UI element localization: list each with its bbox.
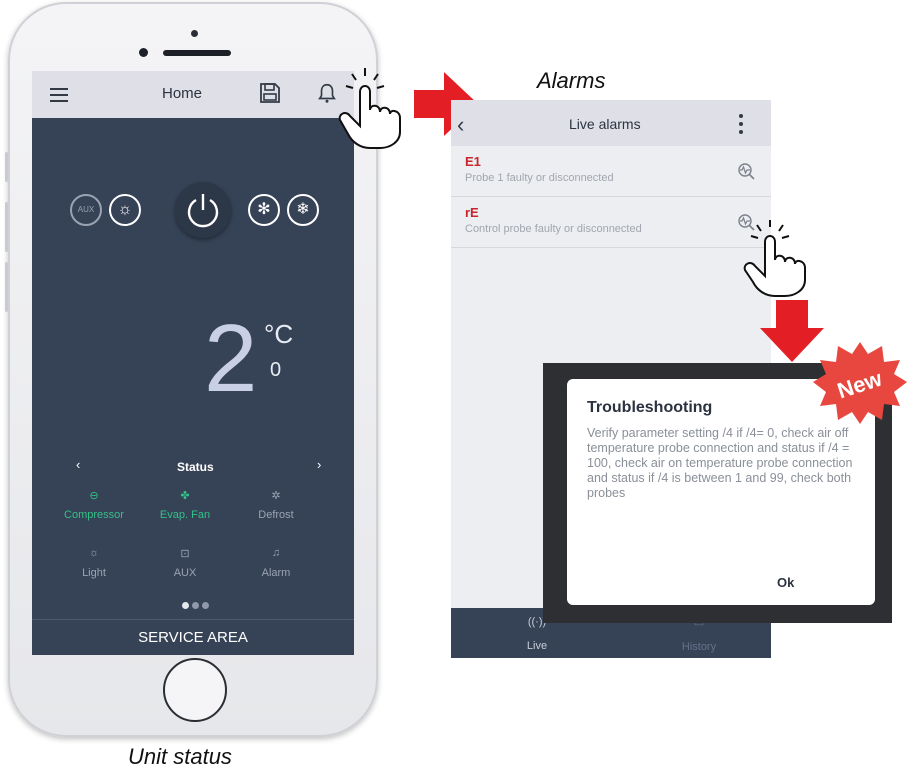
- dialog-body: Verify parameter setting /4 if /4= 0, ch…: [587, 426, 853, 500]
- tap-hand-icon: [743, 220, 806, 297]
- status-item-label: AUX: [173, 567, 197, 579]
- page-indicator: [182, 596, 212, 614]
- unit-status-caption: Unit status: [128, 744, 232, 769]
- save-icon[interactable]: [258, 81, 282, 105]
- dialog-title: Troubleshooting: [587, 399, 713, 416]
- status-label: Status: [177, 460, 214, 474]
- compressor-icon: ⊖: [89, 490, 99, 502]
- status-item-label: Alarm: [261, 567, 291, 579]
- alarm-description: Control probe faulty or disconnected: [465, 223, 642, 235]
- page-title: Live alarms: [569, 116, 641, 132]
- tap-hand-icon: [338, 68, 401, 149]
- aux-button[interactable]: AUX: [70, 194, 102, 226]
- alarms-caption: Alarms: [537, 68, 606, 93]
- tab-label: Live: [526, 640, 548, 652]
- back-arrow-icon[interactable]: ‹: [457, 112, 464, 138]
- status-item-label: Light: [82, 567, 106, 579]
- status-compressor: ⊖ Compressor: [54, 489, 134, 521]
- status-item-label: Defrost: [258, 509, 294, 521]
- status-light: ☼ Light: [54, 547, 134, 579]
- service-area-button[interactable]: SERVICE AREA: [32, 619, 354, 655]
- status-item-label: Evap. Fan: [159, 509, 211, 521]
- phone-volume-up: [5, 202, 8, 252]
- alarm-row[interactable]: rE Control probe faulty or disconnected: [451, 197, 771, 248]
- bell-icon: ♫: [271, 547, 281, 559]
- status-next-icon[interactable]: ›: [317, 457, 321, 472]
- page-title: Home: [162, 85, 203, 102]
- troubleshoot-icon[interactable]: [737, 162, 755, 180]
- alarm-code: rE: [465, 205, 479, 220]
- more-options-icon[interactable]: [739, 114, 743, 138]
- status-alarm: ♫ Alarm: [236, 547, 316, 579]
- status-aux: ⊡ AUX: [145, 547, 225, 579]
- status-item-label: Compressor: [64, 509, 124, 521]
- defrost-button[interactable]: ✻: [248, 194, 280, 226]
- unit-status-screen: Home AUX ☼ ✻ ❄ 2 °C 0 ‹ Status › ⊖ Compr…: [32, 71, 354, 655]
- home-button[interactable]: [163, 658, 227, 722]
- temperature-unit: °C: [264, 319, 294, 349]
- temperature-decimal: 0: [270, 359, 282, 381]
- alarm-description: Probe 1 faulty or disconnected: [465, 172, 614, 184]
- light-bulb-icon: ☼: [88, 547, 100, 559]
- earpiece-speaker: [163, 50, 231, 56]
- defrost-icon: ✲: [271, 490, 281, 502]
- tab-label: History: [681, 641, 717, 653]
- phone-volume-down: [5, 262, 8, 312]
- sensor-dot: [191, 30, 198, 37]
- status-prev-icon[interactable]: ‹: [76, 457, 80, 472]
- aux-icon: ⊡: [180, 548, 190, 560]
- alarm-code: E1: [465, 154, 481, 169]
- status-evap-fan: ✤ Evap. Fan: [145, 489, 225, 521]
- temperature-value: 2: [204, 305, 258, 412]
- front-camera: [139, 48, 148, 57]
- app-bar: ‹ Live alarms: [451, 100, 771, 146]
- power-icon: [187, 194, 219, 228]
- ok-button[interactable]: Ok: [777, 575, 794, 590]
- phone-side-button: [5, 152, 8, 182]
- alarm-row[interactable]: E1 Probe 1 faulty or disconnected: [451, 146, 771, 197]
- status-defrost: ✲ Defrost: [236, 489, 316, 521]
- power-button[interactable]: [175, 182, 231, 238]
- phone-frame: Home AUX ☼ ✻ ❄ 2 °C 0 ‹ Status › ⊖ Compr…: [5, 2, 378, 737]
- app-bar: Home: [32, 71, 354, 118]
- menu-icon[interactable]: [50, 88, 68, 102]
- new-badge-icon: New: [813, 342, 907, 424]
- light-button[interactable]: ☼: [109, 194, 141, 226]
- fan-icon: ✤: [180, 490, 190, 502]
- cooling-button[interactable]: ❄: [287, 194, 319, 226]
